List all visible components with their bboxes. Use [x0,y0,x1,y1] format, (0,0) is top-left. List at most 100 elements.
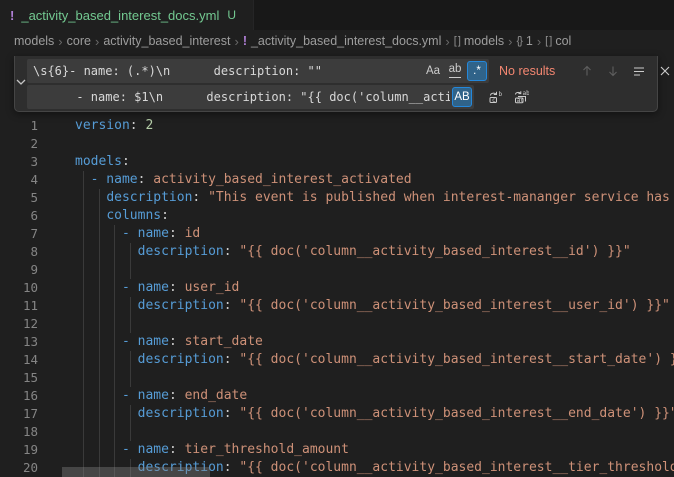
svg-text:ab: ab [522,90,529,97]
code-line[interactable]: 6 columns: [0,207,674,225]
line-number: 1 [0,117,38,135]
breadcrumb-label: models [14,34,54,48]
svg-text:c: c [492,97,496,104]
code-line[interactable]: 9 [0,261,674,279]
whole-word-button[interactable]: ab [445,61,465,81]
symbol-array-icon: [ ] [545,35,551,47]
arrow-up-icon [580,64,594,78]
line-number: 19 [0,441,38,459]
indent-guide [99,423,100,441]
code-line-text: - name: id [75,225,200,243]
breadcrumb-item[interactable]: [ ]col [545,34,571,48]
code-line[interactable]: 1 version: 2 [0,117,674,135]
breadcrumb-label: models [464,34,504,48]
indent-guide [130,315,131,333]
indent-guide [114,423,115,441]
replace-input[interactable]: - name: $1\n description: "{{ doc('colum… [27,85,474,109]
line-number: 17 [0,405,38,423]
replace-icon: b c [487,89,503,105]
find-in-selection-icon [632,64,646,78]
code-line[interactable]: 17 description: "{{ doc('column__activit… [0,405,674,423]
code-line[interactable]: 8 description: "{{ doc('column__activity… [0,243,674,261]
code-line[interactable]: 18 [0,423,674,441]
code-line-text: models: [75,153,130,171]
code-line[interactable]: 7 - name: id [0,225,674,243]
indent-guide [83,315,84,333]
code-line[interactable]: 19 - name: tier_threshold_amount [0,441,674,459]
indent-guide [99,261,100,279]
line-number: 14 [0,351,38,369]
breadcrumb-item[interactable]: {} 1 [517,34,533,48]
breadcrumb-separator-icon: › [445,34,449,49]
breadcrumb-separator-icon: › [95,34,99,49]
replace-all-icon: ab ac [513,89,529,105]
code-line-text: - name: activity_based_interest_activate… [75,171,412,189]
breadcrumb-item[interactable]: activity_based_interest [103,34,230,48]
code-line[interactable]: 16 - name: end_date [0,387,674,405]
breadcrumb-separator-icon: › [234,34,238,49]
yaml-file-icon: ! [10,8,14,23]
find-in-selection-button[interactable] [628,61,649,82]
code-line-text: columns: [75,207,169,225]
indent-guide [114,261,115,279]
exclamation-icon: ! [243,34,247,48]
breadcrumb-item[interactable]: [ ]models [454,34,504,48]
replace-button[interactable]: b c [484,87,505,108]
indent-guide [130,261,131,279]
close-button[interactable] [654,61,674,82]
breadcrumb-separator-icon: › [58,34,62,49]
code-line[interactable]: 14 description: "{{ doc('column__activit… [0,351,674,369]
previous-match-button[interactable] [576,61,597,82]
line-number: 3 [0,153,38,171]
vscode-editor-window: ! _activity_based_interest_docs.yml U mo… [0,0,674,477]
svg-text:b: b [498,91,502,98]
code-line-text: version: 2 [75,117,153,135]
line-number: 10 [0,279,38,297]
find-replace-widget: \s{6}- name: (.*)\n description: "" Aa a… [14,56,658,112]
svg-text:ac: ac [516,97,524,104]
code-line[interactable]: 4 - name: activity_based_interest_activa… [0,171,674,189]
replace-all-button[interactable]: ab ac [510,87,531,108]
symbol-object-icon: {} [517,35,522,47]
toggle-replace-button[interactable] [15,56,27,111]
editor-pane[interactable]: 1version: 223models:4 - name: activity_b… [0,52,674,477]
breadcrumb-separator-icon: › [537,34,541,49]
breadcrumb-label: 1 [526,34,533,48]
next-match-button[interactable] [602,61,623,82]
breadcrumb-separator-icon: › [508,34,512,49]
indent-guide [114,369,115,387]
code-line-text: description: "{{ doc('column__activity_b… [75,405,674,423]
horizontal-scrollbar[interactable] [62,467,210,477]
code-line[interactable]: 10 - name: user_id [0,279,674,297]
breadcrumb-label: _activity_based_interest_docs.yml [251,34,441,48]
code-line-text: description: "{{ doc('column__activity_b… [75,351,674,369]
find-input[interactable]: \s{6}- name: (.*)\n description: "" Aa a… [27,59,489,83]
breadcrumb-item[interactable]: ! _activity_based_interest_docs.yml [243,34,442,48]
tab-activity-based-interest-docs[interactable]: ! _activity_based_interest_docs.yml U [0,0,254,30]
code-lines: 1version: 223models:4 - name: activity_b… [0,117,674,477]
preserve-case-button[interactable]: AB [452,87,472,107]
tab-title: _activity_based_interest_docs.yml [21,8,219,23]
find-results-status: No results [499,64,571,78]
indent-guide [114,315,115,333]
code-line[interactable]: 15 [0,369,674,387]
code-line[interactable]: 13 - name: start_date [0,333,674,351]
code-line[interactable]: 5 description: "This event is published … [0,189,674,207]
line-number: 12 [0,315,38,333]
breadcrumb-item[interactable]: core [67,34,91,48]
git-untracked-badge: U [227,8,236,22]
replace-value-text: - name: $1\n description: "{{ doc('colum… [33,90,450,104]
line-number: 13 [0,333,38,351]
line-number: 20 [0,459,38,477]
code-line[interactable]: 3 models: [0,153,674,171]
code-line[interactable]: 2 [0,135,674,153]
match-case-button[interactable]: Aa [423,61,443,81]
indent-guide [83,423,84,441]
code-line-text: description: "{{ doc('column__activity_b… [75,297,670,315]
line-number: 18 [0,423,38,441]
breadcrumb-item[interactable]: models [14,34,54,48]
regex-button[interactable]: .* [467,61,487,81]
code-line[interactable]: 11 description: "{{ doc('column__activit… [0,297,674,315]
code-line[interactable]: 12 [0,315,674,333]
line-number: 4 [0,171,38,189]
